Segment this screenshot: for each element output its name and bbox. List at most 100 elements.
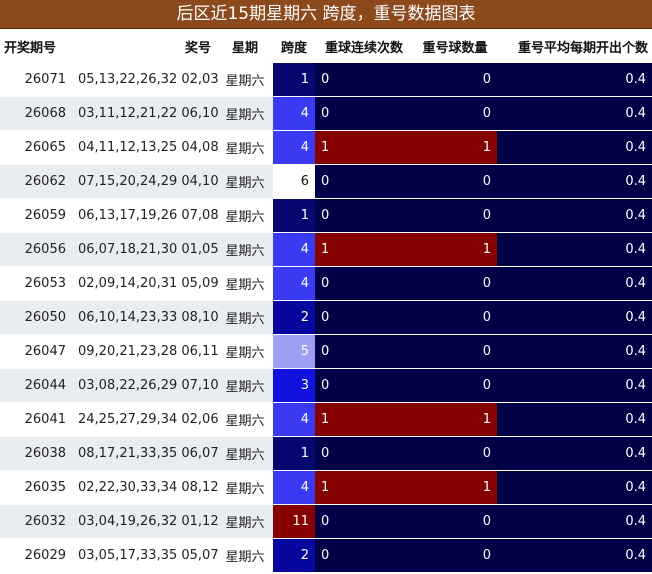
weekday-cell: 星期六 xyxy=(217,130,273,165)
numbers-cell: 24,25,27,29,34 02,06 xyxy=(72,402,219,437)
page-title: 后区近15期星期六 跨度，重号数据图表 xyxy=(0,0,652,29)
repeat-count-cell: 1 xyxy=(413,232,497,267)
weekday-cell: 星期六 xyxy=(217,232,273,267)
table-row: 26032 03,04,19,26,32 01,12 星期六 11 0 0 0.4 xyxy=(0,504,652,539)
repeat-count-cell: 0 xyxy=(413,334,497,369)
avg-cell: 0.4 xyxy=(497,504,652,539)
span-cell: 1 xyxy=(273,63,315,97)
avg-cell: 0.4 xyxy=(497,198,652,233)
weekday-cell: 星期六 xyxy=(217,436,273,471)
issue-cell: 26041 xyxy=(0,402,72,437)
weekday-cell: 星期六 xyxy=(217,402,273,437)
header-repeat-count: 重号球数量 xyxy=(413,29,497,63)
numbers-cell: 09,20,21,23,28 06,11 xyxy=(72,334,219,369)
consecutive-cell: 1 xyxy=(315,470,413,505)
header-row: 开奖期号 奖号 星期 跨度 重球连续次数 重号球数量 重号平均每期开出个数 xyxy=(0,29,652,63)
repeat-count-cell: 1 xyxy=(413,402,497,437)
table-row: 26044 03,08,22,26,29 07,10 星期六 3 0 0 0.4 xyxy=(0,368,652,403)
consecutive-cell: 1 xyxy=(315,402,413,437)
span-cell: 1 xyxy=(273,198,315,233)
table-row: 26041 24,25,27,29,34 02,06 星期六 4 1 1 0.4 xyxy=(0,402,652,437)
table-row: 26056 06,07,18,21,30 01,05 星期六 4 1 1 0.4 xyxy=(0,232,652,267)
repeat-count-cell: 0 xyxy=(413,300,497,335)
consecutive-cell: 1 xyxy=(315,130,413,165)
issue-cell: 26068 xyxy=(0,96,72,131)
table-row: 26047 09,20,21,23,28 06,11 星期六 5 0 0 0.4 xyxy=(0,334,652,369)
consecutive-cell: 0 xyxy=(315,368,413,403)
issue-cell: 26071 xyxy=(0,63,72,97)
avg-cell: 0.4 xyxy=(497,470,652,505)
header-avg: 重号平均每期开出个数 xyxy=(497,29,652,63)
span-cell: 4 xyxy=(273,266,315,301)
weekday-cell: 星期六 xyxy=(217,504,273,539)
span-cell: 4 xyxy=(273,232,315,267)
weekday-cell: 星期六 xyxy=(217,63,273,97)
weekday-cell: 星期六 xyxy=(217,266,273,301)
numbers-cell: 08,17,21,33,35 06,07 xyxy=(72,436,219,471)
header-weekday: 星期 xyxy=(217,29,273,63)
numbers-cell: 03,11,12,21,22 06,10 xyxy=(72,96,219,131)
weekday-cell: 星期六 xyxy=(217,96,273,131)
avg-cell: 0.4 xyxy=(497,300,652,335)
table-row: 26029 03,05,17,33,35 05,07 星期六 2 0 0 0.4 xyxy=(0,538,652,573)
span-cell: 2 xyxy=(273,300,315,335)
repeat-count-cell: 0 xyxy=(413,96,497,131)
numbers-cell: 03,05,17,33,35 05,07 xyxy=(72,538,219,573)
repeat-count-cell: 0 xyxy=(413,198,497,233)
avg-cell: 0.4 xyxy=(497,538,652,573)
consecutive-cell: 0 xyxy=(315,504,413,539)
weekday-cell: 星期六 xyxy=(217,368,273,403)
consecutive-cell: 0 xyxy=(315,63,413,97)
issue-cell: 26047 xyxy=(0,334,72,369)
span-cell: 4 xyxy=(273,402,315,437)
chart-wrapper: 后区近15期星期六 跨度，重号数据图表 开奖期号 奖号 星期 跨度 重球连续次数… xyxy=(0,0,652,574)
table-row: 26065 04,11,12,13,25 04,08 星期六 4 1 1 0.4 xyxy=(0,130,652,165)
span-cell: 4 xyxy=(273,96,315,131)
numbers-cell: 05,13,22,26,32 02,03 xyxy=(72,63,219,97)
table-row: 26062 07,15,20,24,29 04,10 星期六 6 0 0 0.4 xyxy=(0,164,652,199)
repeat-count-cell: 1 xyxy=(413,130,497,165)
span-cell: 1 xyxy=(273,436,315,471)
table-row: 26068 03,11,12,21,22 06,10 星期六 4 0 0 0.4 xyxy=(0,96,652,131)
header-numbers: 奖号 xyxy=(72,29,217,63)
consecutive-cell: 1 xyxy=(315,232,413,267)
repeat-count-cell: 1 xyxy=(413,470,497,505)
span-cell: 5 xyxy=(273,334,315,369)
avg-cell: 0.4 xyxy=(497,130,652,165)
avg-cell: 0.4 xyxy=(497,334,652,369)
repeat-count-cell: 0 xyxy=(413,368,497,403)
avg-cell: 0.4 xyxy=(497,436,652,471)
issue-cell: 26056 xyxy=(0,232,72,267)
consecutive-cell: 0 xyxy=(315,436,413,471)
avg-cell: 0.4 xyxy=(497,63,652,97)
span-cell: 11 xyxy=(273,504,315,539)
issue-cell: 26053 xyxy=(0,266,72,301)
numbers-cell: 03,08,22,26,29 07,10 xyxy=(72,368,219,403)
weekday-cell: 星期六 xyxy=(217,300,273,335)
span-cell: 3 xyxy=(273,368,315,403)
table-row: 26050 06,10,14,23,33 08,10 星期六 2 0 0 0.4 xyxy=(0,300,652,335)
numbers-cell: 04,11,12,13,25 04,08 xyxy=(72,130,219,165)
weekday-cell: 星期六 xyxy=(217,470,273,505)
header-issue: 开奖期号 xyxy=(0,29,72,63)
consecutive-cell: 0 xyxy=(315,538,413,573)
consecutive-cell: 0 xyxy=(315,198,413,233)
weekday-cell: 星期六 xyxy=(217,198,273,233)
issue-cell: 26065 xyxy=(0,130,72,165)
numbers-cell: 02,22,30,33,34 08,12 xyxy=(72,470,219,505)
repeat-count-cell: 0 xyxy=(413,538,497,573)
table-row: 26035 02,22,30,33,34 08,12 星期六 4 1 1 0.4 xyxy=(0,470,652,505)
numbers-cell: 06,10,14,23,33 08,10 xyxy=(72,300,219,335)
span-cell: 6 xyxy=(273,164,315,199)
avg-cell: 0.4 xyxy=(497,402,652,437)
weekday-cell: 星期六 xyxy=(217,334,273,369)
issue-cell: 26029 xyxy=(0,538,72,573)
table-body: 26071 05,13,22,26,32 02,03 星期六 1 0 0 0.4 26068 0… xyxy=(0,63,652,573)
issue-cell: 26038 xyxy=(0,436,72,471)
avg-cell: 0.4 xyxy=(497,266,652,301)
numbers-cell: 06,13,17,19,26 07,08 xyxy=(72,198,219,233)
issue-cell: 26062 xyxy=(0,164,72,199)
header-span: 跨度 xyxy=(273,29,315,63)
issue-cell: 26044 xyxy=(0,368,72,403)
data-table: 开奖期号 奖号 星期 跨度 重球连续次数 重号球数量 重号平均每期开出个数 26… xyxy=(0,29,652,573)
